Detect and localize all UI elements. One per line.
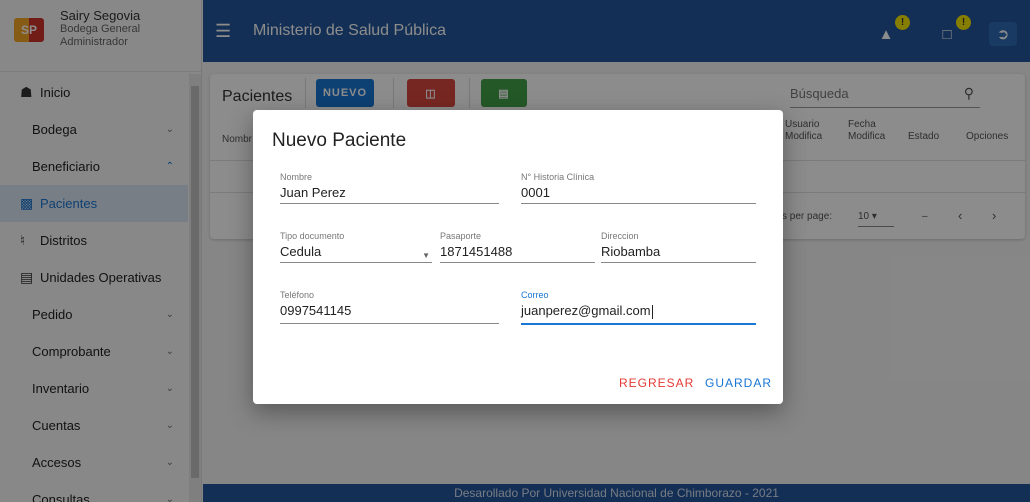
direccion-field[interactable]: Direccion Riobamba — [601, 231, 756, 263]
nombre-field[interactable]: Nombre Juan Perez — [280, 172, 499, 204]
field-label: Tipo documento — [280, 231, 345, 241]
field-label: N° Historia Clínica — [521, 172, 595, 182]
correo-field[interactable]: Correo juanperez@gmail.com — [521, 290, 756, 325]
field-value: juanperez@gmail.com — [521, 303, 756, 319]
field-value: Cedula — [280, 244, 322, 259]
field-value: 0001 — [521, 185, 550, 200]
guardar-button[interactable]: GUARDAR — [705, 376, 772, 390]
field-label: Correo — [521, 290, 549, 300]
field-label: Teléfono — [280, 290, 315, 300]
field-value: 0997541145 — [280, 303, 352, 318]
text-cursor — [651, 304, 653, 319]
historia-clinica-field[interactable]: N° Historia Clínica 0001 — [521, 172, 756, 204]
dialog-title: Nuevo Paciente — [272, 130, 407, 151]
pasaporte-field[interactable]: Pasaporte 1871451488 — [440, 231, 595, 263]
dropdown-arrow-icon: ▼ — [422, 251, 430, 260]
field-value: 1871451488 — [440, 244, 513, 259]
field-label: Pasaporte — [440, 231, 482, 241]
field-text: juanperez@gmail.com — [521, 303, 651, 318]
regresar-button[interactable]: REGRESAR — [619, 376, 694, 390]
telefono-field[interactable]: Teléfono 0997541145 — [280, 290, 499, 324]
field-label: Nombre — [280, 172, 313, 182]
tipo-documento-select[interactable]: Tipo documento Cedula ▼ — [280, 231, 432, 263]
field-value: Juan Perez — [280, 185, 346, 200]
field-label: Direccion — [601, 231, 639, 241]
new-patient-dialog: Nuevo Paciente Nombre Juan Perez N° Hist… — [253, 110, 783, 404]
field-value: Riobamba — [601, 244, 661, 259]
